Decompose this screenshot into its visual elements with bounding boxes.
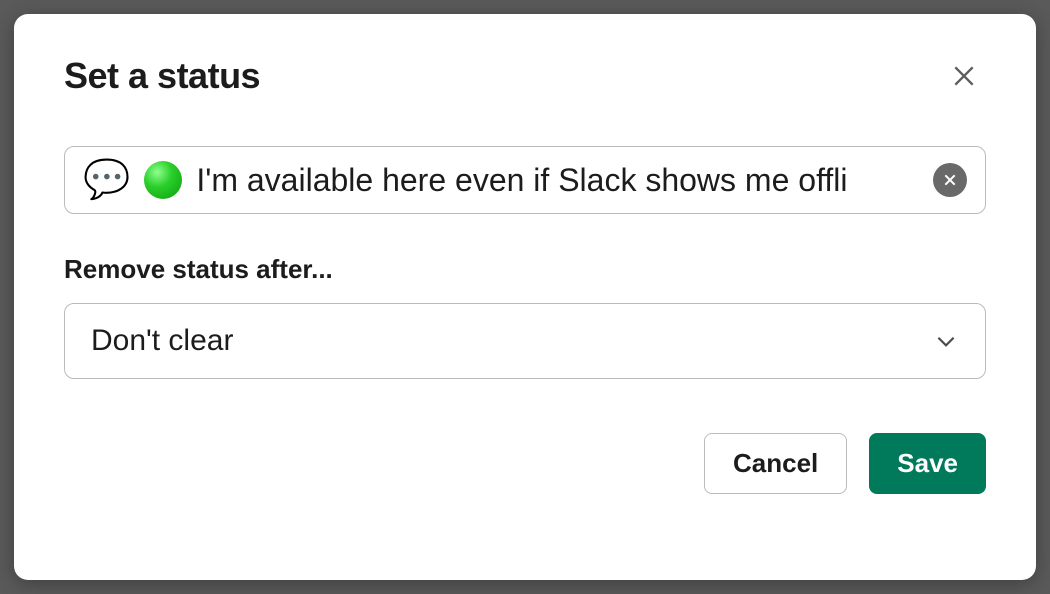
- green-circle-icon: [144, 161, 182, 199]
- dropdown-selected-value: Don't clear: [91, 324, 233, 358]
- save-button[interactable]: Save: [869, 433, 986, 494]
- clear-status-dropdown[interactable]: Don't clear: [64, 303, 986, 379]
- close-icon: [951, 63, 977, 89]
- modal-footer: Cancel Save: [64, 433, 986, 494]
- x-icon: [942, 172, 958, 188]
- chevron-down-icon: [933, 328, 959, 354]
- clear-status-button[interactable]: [933, 163, 967, 197]
- close-button[interactable]: [942, 54, 986, 98]
- remove-status-label: Remove status after...: [64, 254, 986, 285]
- status-input-container[interactable]: 💬: [64, 146, 986, 214]
- set-status-modal: Set a status 💬 Remove status after... Do…: [14, 14, 1036, 580]
- status-text-input[interactable]: [196, 162, 919, 199]
- speech-balloon-icon[interactable]: 💬: [83, 161, 130, 199]
- modal-title: Set a status: [64, 55, 260, 97]
- cancel-button[interactable]: Cancel: [704, 433, 847, 494]
- modal-header: Set a status: [64, 54, 986, 98]
